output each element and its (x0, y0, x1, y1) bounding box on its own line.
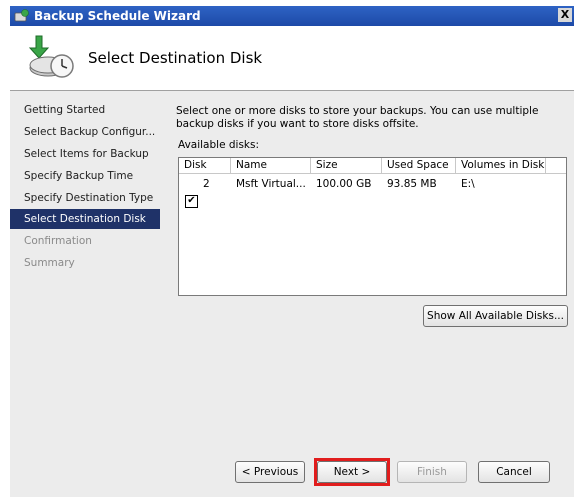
available-disks-label: Available disks: (178, 139, 260, 151)
backup-app-icon (14, 9, 29, 22)
content-panel: Select one or more disks to store your b… (160, 91, 574, 497)
cell-size: 100.00 GB (316, 178, 372, 190)
cell-name: Msft Virtual... (236, 178, 306, 190)
column-header-disk[interactable]: Disk (179, 158, 231, 173)
cell-disk: 2 (203, 178, 210, 190)
cancel-button[interactable]: Cancel (478, 461, 550, 483)
table-header: Disk Name Size Used Space Volumes in Dis… (179, 158, 566, 174)
column-header-used-space[interactable]: Used Space (382, 158, 456, 173)
previous-button[interactable]: < Previous (235, 461, 305, 483)
show-all-disks-button[interactable]: Show All Available Disks... (423, 305, 568, 327)
nav-item-confirmation: Confirmation (24, 235, 92, 247)
next-button[interactable]: Next > (317, 461, 387, 483)
nav-item-select-backup-configuration[interactable]: Select Backup Configur... (10, 122, 160, 142)
disks-table[interactable]: Disk Name Size Used Space Volumes in Dis… (178, 157, 567, 296)
background-strip (0, 0, 10, 497)
nav-item-select-items[interactable]: Select Items for Backup (10, 144, 160, 164)
nav-item-getting-started[interactable]: Getting Started (10, 100, 160, 120)
column-header-size[interactable]: Size (311, 158, 382, 173)
cell-volumes: E:\ (461, 178, 475, 190)
wizard-steps-nav: Getting Started Select Backup Configur..… (10, 91, 160, 497)
table-row[interactable]: ✔ 2 Msft Virtual... 100.00 GB 93.85 MB E… (179, 175, 566, 208)
cell-used-space: 93.85 MB (387, 178, 437, 190)
page-title: Select Destination Disk (88, 49, 263, 67)
finish-button: Finish (397, 461, 467, 483)
nav-item-specify-backup-time[interactable]: Specify Backup Time (10, 166, 160, 186)
column-header-volumes[interactable]: Volumes in Disk (456, 158, 546, 173)
window-title: Backup Schedule Wizard (34, 9, 201, 23)
title-bar[interactable]: Backup Schedule Wizard X (10, 6, 574, 26)
nav-item-select-destination-disk[interactable]: Select Destination Disk (10, 209, 160, 229)
nav-item-specify-destination-type[interactable]: Specify Destination Type (10, 188, 160, 208)
backup-disk-clock-icon (28, 35, 74, 78)
close-icon[interactable]: X (558, 8, 572, 22)
disk-checkbox[interactable]: ✔ (185, 195, 198, 208)
instructions-text: Select one or more disks to store your b… (176, 105, 539, 130)
wizard-header: Select Destination Disk (10, 26, 574, 91)
nav-item-summary: Summary (24, 257, 75, 269)
column-header-name[interactable]: Name (231, 158, 311, 173)
